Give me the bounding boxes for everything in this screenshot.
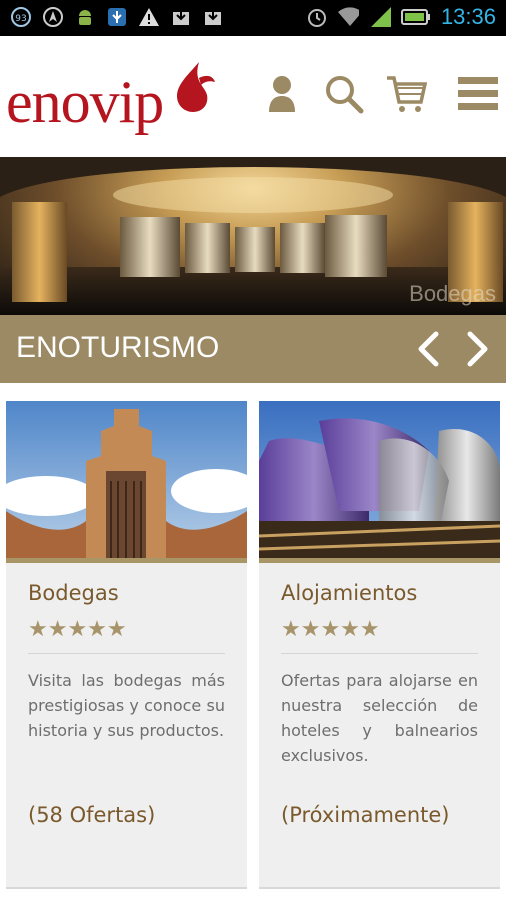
- svg-text:93: 93: [15, 14, 26, 24]
- logo[interactable]: enovip: [6, 62, 217, 132]
- card-alojamientos[interactable]: Alojamientos ★★★★★ Ofertas para alojarse…: [259, 401, 500, 889]
- card-description: Visita las bodegas más prestigiosas y co…: [28, 671, 225, 740]
- battery-icon: [400, 6, 431, 28]
- cart-icon[interactable]: [384, 72, 428, 116]
- hero-caption: Bodegas: [409, 281, 496, 306]
- header-actions: [260, 72, 500, 116]
- chevron-right-icon[interactable]: [462, 329, 494, 369]
- status-bar-left: 93: [10, 6, 224, 28]
- star-rating: ★★★★★: [28, 619, 225, 641]
- alarm-icon: [305, 6, 327, 28]
- bodegas-building-image: [6, 401, 247, 558]
- chevron-left-icon[interactable]: [412, 329, 444, 369]
- section-header: ENOTURISMO: [0, 315, 506, 383]
- wifi-icon: [337, 6, 359, 28]
- notification-badge-icon: 93: [10, 6, 32, 28]
- status-bar-right: 13:36: [305, 4, 496, 30]
- search-icon[interactable]: [322, 72, 366, 116]
- wine-drop-icon: [177, 62, 216, 112]
- download-icon: [170, 6, 192, 28]
- divider: [281, 653, 478, 654]
- navigation-icon: [42, 6, 64, 28]
- carousel-nav: [412, 329, 494, 369]
- card-body: Alojamientos ★★★★★ Ofertas para alojarse…: [259, 563, 500, 768]
- clock: 13:36: [440, 4, 496, 29]
- card-description: Ofertas para alojarse en nuestra selecci…: [281, 671, 478, 765]
- download-icon: [202, 6, 224, 28]
- star-icon: ★★★★★: [28, 617, 127, 642]
- status-bar: 93 13:36: [0, 0, 506, 36]
- hero-banner-image[interactable]: Bodegas: [0, 157, 506, 315]
- card-title[interactable]: Alojamientos: [281, 581, 478, 605]
- card-body: Bodegas ★★★★★ Visita las bodegas más pre…: [6, 563, 247, 743]
- hotel-building-image: [259, 401, 500, 558]
- card-image-bodegas[interactable]: [6, 401, 247, 563]
- card-image-alojamientos[interactable]: [259, 401, 500, 563]
- card-bodegas[interactable]: Bodegas ★★★★★ Visita las bodegas más pre…: [6, 401, 247, 889]
- star-icon: ★★★★★: [281, 617, 380, 642]
- offers-link[interactable]: (Próximamente): [281, 803, 449, 827]
- logo-text: enovip: [6, 69, 164, 135]
- star-rating: ★★★★★: [281, 619, 478, 641]
- menu-icon[interactable]: [456, 72, 500, 116]
- offers-link[interactable]: (58 Ofertas): [28, 803, 155, 827]
- card-title[interactable]: Bodegas: [28, 581, 225, 605]
- app-header: enovip: [0, 36, 506, 156]
- signal-icon: [369, 6, 391, 28]
- divider: [28, 653, 225, 654]
- usb-icon: [106, 6, 128, 28]
- android-icon: [74, 6, 96, 28]
- section-title: ENOTURISMO: [16, 331, 220, 364]
- warning-icon: [138, 6, 160, 28]
- user-icon[interactable]: [260, 72, 304, 116]
